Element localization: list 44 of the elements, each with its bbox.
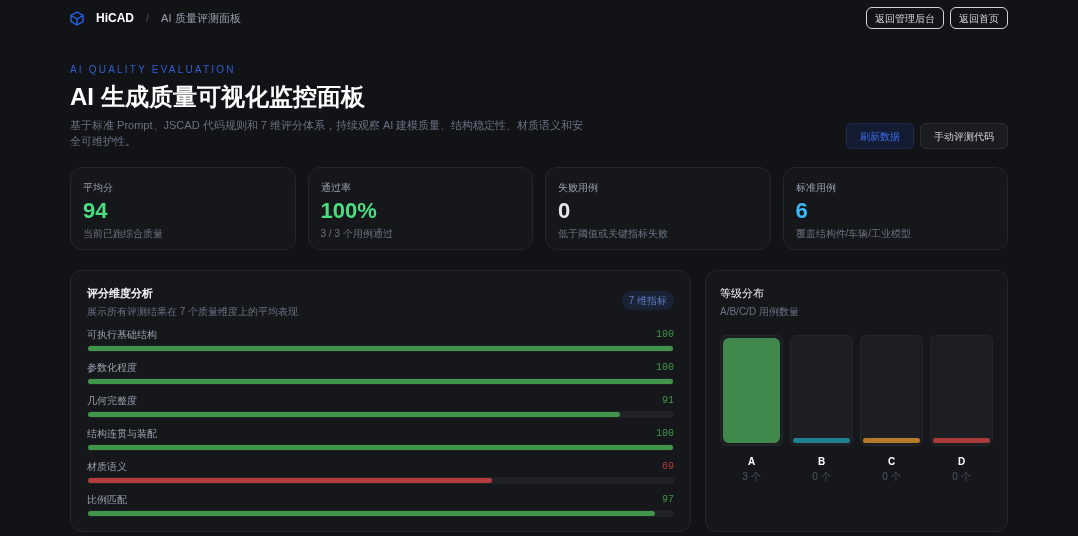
dimension-score: 69 xyxy=(662,459,674,474)
dimension-label: 可执行基础结构 xyxy=(87,327,157,342)
nav-button[interactable]: 返回首页 xyxy=(950,7,1008,29)
stat-note: 3 / 3 个用例通过 xyxy=(320,227,394,241)
dimension-label: 材质语义 xyxy=(87,459,127,474)
dimension-score: 97 xyxy=(662,492,674,507)
stat-label: 标准用例 xyxy=(795,181,837,195)
action-button[interactable]: 刷新数据 xyxy=(846,123,914,149)
panel-subtitle: A/B/C/D 用例数量 xyxy=(720,304,800,319)
stat-note: 覆盖结构件/车辆/工业模型 xyxy=(795,227,913,241)
stat-value: 0 xyxy=(558,197,572,225)
dimension-label: 几何完整度 xyxy=(87,393,137,408)
dimension-label: 参数化程度 xyxy=(87,360,137,375)
stat-value: 100% xyxy=(320,197,378,225)
page-title: AI 生成质量可视化监控面板 xyxy=(70,82,366,112)
breadcrumb-separator: / xyxy=(146,10,150,26)
cube-logo-icon xyxy=(70,10,84,26)
dimension-score: 100 xyxy=(656,327,674,342)
panel-title: 等级分布 xyxy=(720,286,765,301)
page-description: 基于标准 Prompt、JSCAD 代码规则和 7 维评分体系，持续观察 AI 建模质量、结构稳定性、材质语义和安全可维护性。 xyxy=(70,118,585,149)
dimension-score: 91 xyxy=(662,393,674,408)
eyebrow-text: AI QUALITY EVALUATION xyxy=(70,63,237,77)
grade-letter: D xyxy=(957,454,966,469)
dimension-score: 100 xyxy=(656,426,674,441)
dimension-count-badge: 7 维指标 xyxy=(621,291,674,310)
stat-label: 失败用例 xyxy=(558,181,599,195)
stat-note: 低于阈值或关键指标失败 xyxy=(558,227,669,241)
grade-letter: C xyxy=(887,454,896,469)
brand-name[interactable]: HiCAD xyxy=(96,9,134,27)
dimension-label: 比例匹配 xyxy=(87,492,127,507)
grade-letter: B xyxy=(817,454,826,469)
nav-button[interactable]: 返回管理后台 xyxy=(866,7,944,29)
panel-title: 评分维度分析 xyxy=(87,286,154,301)
stat-value: 94 xyxy=(83,197,109,225)
grade-letter: A xyxy=(747,454,756,469)
breadcrumb-page: AI 质量评测面板 xyxy=(161,10,241,26)
dimension-score: 100 xyxy=(656,360,674,375)
panel-subtitle: 展示所有评测结果在 7 个质量维度上的平均表现 xyxy=(87,304,299,319)
stat-note: 当前已跑综合质量 xyxy=(83,227,164,241)
stat-label: 平均分 xyxy=(83,181,114,195)
stat-value: 6 xyxy=(795,197,809,225)
action-button[interactable]: 手动评测代码 xyxy=(920,123,1008,149)
dimension-label: 结构连贯与装配 xyxy=(87,426,157,441)
stat-label: 通过率 xyxy=(320,181,352,195)
